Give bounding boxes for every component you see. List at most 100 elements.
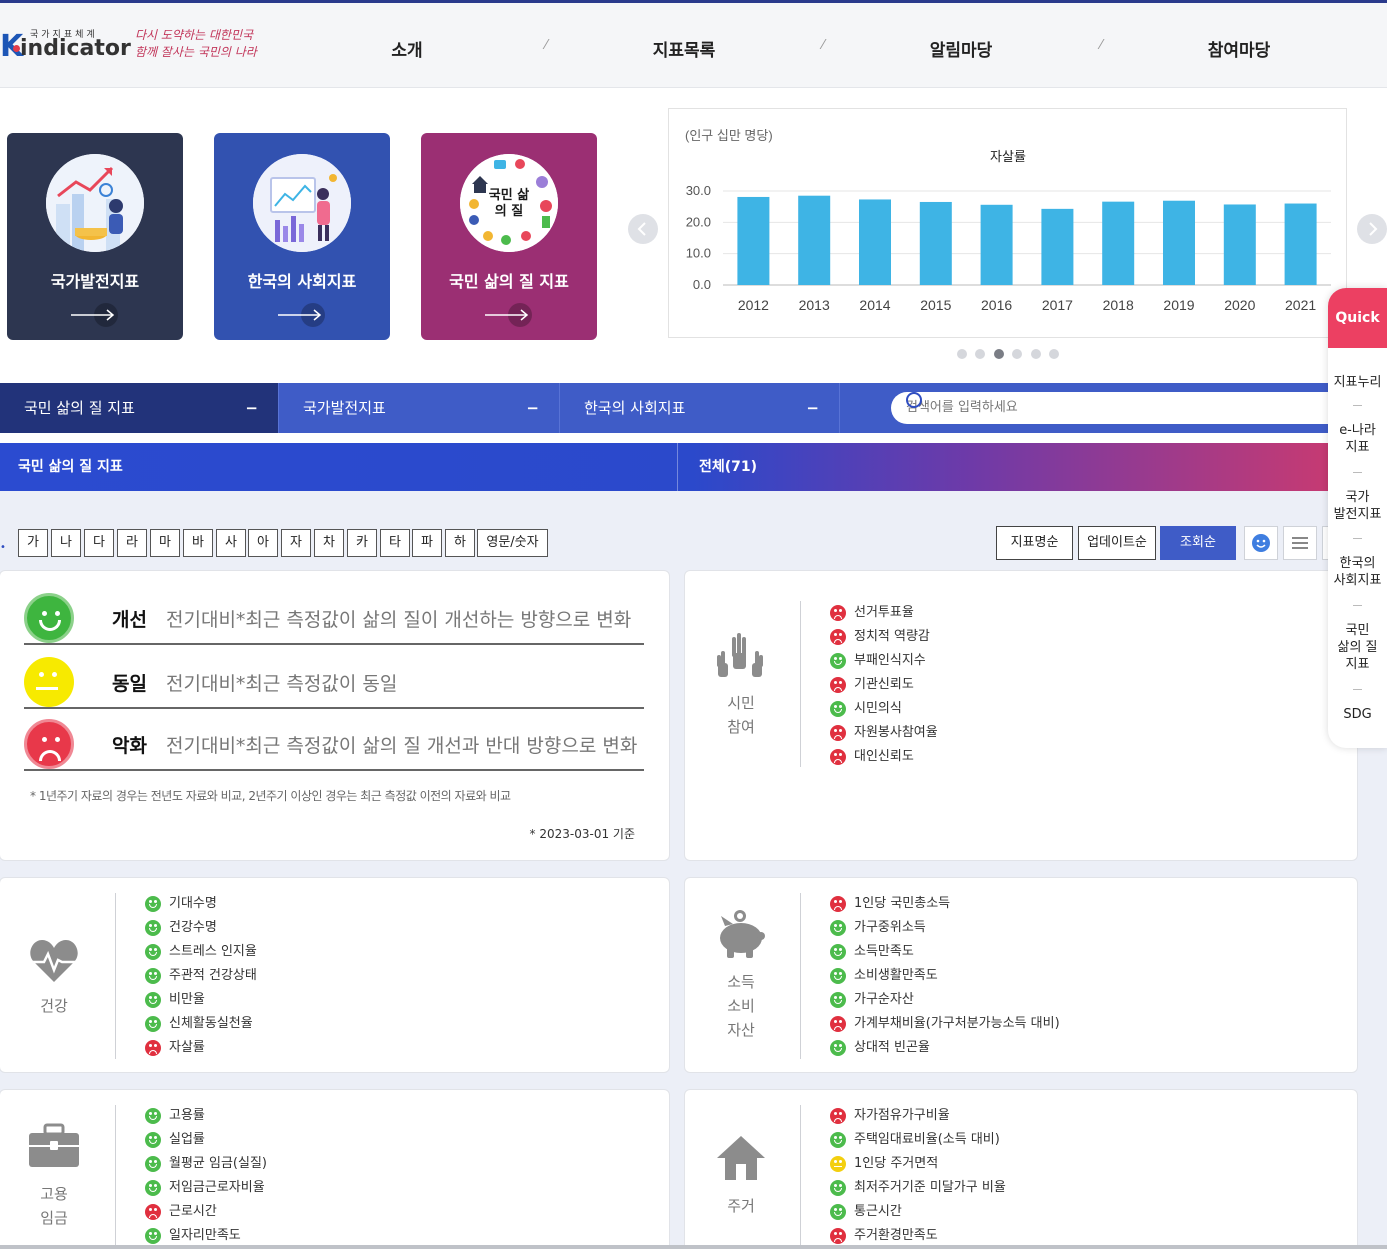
index-button[interactable]: 하 [445, 529, 475, 557]
indicator-name: 1인당 국민총소득 [854, 896, 951, 911]
slider-dot[interactable] [1012, 349, 1022, 359]
quick-link[interactable]: SDG [1328, 706, 1387, 723]
city-growth-illustration [46, 154, 144, 252]
briefcase-icon [29, 1123, 79, 1167]
indicator-item[interactable]: 저임금근로자비율 [145, 1176, 267, 1200]
indicator-item[interactable]: 소비생활만족도 [830, 964, 1060, 988]
card-national-development[interactable]: 국가발전지표 [7, 133, 183, 340]
indicator-item[interactable]: 월평균 임금(실질) [145, 1152, 267, 1176]
indicator-name: 건강수명 [169, 920, 217, 935]
index-button[interactable]: 차 [314, 529, 344, 557]
indicator-item[interactable]: 가계부채비율(가구처분가능소득 대비) [830, 1012, 1060, 1036]
indicator-item[interactable]: 실업률 [145, 1128, 267, 1152]
nav-notice[interactable]: 알림마당 [901, 36, 1021, 61]
index-button[interactable]: 타 [380, 529, 410, 557]
index-button[interactable]: 라 [117, 529, 147, 557]
legend-row-worsened: 악화 전기대비*최근 측정값이 삶의 질 개선과 반대 방향으로 변화 [24, 719, 644, 771]
smile-face-icon [145, 1016, 161, 1032]
indicator-item[interactable]: 통근시간 [830, 1200, 1006, 1224]
slider-dot[interactable] [1031, 349, 1041, 359]
indicator-item[interactable]: 고용률 [145, 1104, 267, 1128]
indicator-item[interactable]: 대인신뢰도 [830, 745, 938, 769]
indicator-item[interactable]: 건강수명 [145, 916, 257, 940]
tab-quality-of-life[interactable]: 국민 삶의 질 지표 − [0, 383, 279, 433]
nav-participation[interactable]: 참여마당 [1179, 36, 1299, 61]
indicator-item[interactable]: 기관신뢰도 [830, 673, 938, 697]
indicator-item[interactable]: 자가점유가구비율 [830, 1104, 1006, 1128]
smile-face-icon [145, 1132, 161, 1148]
quick-link[interactable]: 지표누리 [1328, 374, 1387, 391]
search-icon[interactable] [906, 392, 922, 408]
indicator-item[interactable]: 1인당 국민총소득 [830, 892, 1060, 916]
sort-by-name-button[interactable]: 지표명순 [996, 526, 1073, 560]
index-button[interactable]: 자 [281, 529, 311, 557]
slider-dot[interactable] [1049, 349, 1059, 359]
indicator-name: 가계부채비율(가구처분가능소득 대비) [854, 1016, 1060, 1031]
chart-bar[interactable] [798, 195, 831, 285]
quick-link[interactable]: e-나라 지표 [1328, 422, 1387, 456]
index-button[interactable]: 아 [248, 529, 278, 557]
slider-prev-button[interactable] [628, 214, 658, 244]
indicator-item[interactable]: 선거투표율 [830, 601, 938, 625]
chart-bar[interactable] [1223, 204, 1256, 285]
legend-footnote: * 1년주기 자료의 경우는 전년도 자료와 비교, 2년주기 이상인 경우는 … [30, 789, 511, 803]
chart-bar[interactable] [980, 204, 1013, 285]
slider-dot[interactable] [975, 349, 985, 359]
card-social-indicators[interactable]: 한국의 사회지표 [214, 133, 390, 340]
index-button-alnum[interactable]: 영문/숫자 [477, 529, 548, 557]
chart-bar[interactable] [919, 201, 952, 285]
index-button[interactable]: 나 [51, 529, 81, 557]
slider-next-button[interactable] [1357, 214, 1387, 244]
site-logo[interactable]: 국가지표체계 K indicator [0, 25, 131, 65]
indicator-item[interactable]: 부패인식지수 [830, 649, 938, 673]
index-button[interactable]: 바 [183, 529, 213, 557]
chart-bar[interactable] [1102, 201, 1135, 285]
indicator-item[interactable]: 자원봉사참여율 [830, 721, 938, 745]
horizontal-scrollbar[interactable] [0, 1245, 1387, 1249]
slider-dot[interactable] [957, 349, 967, 359]
index-button[interactable]: 마 [150, 529, 180, 557]
indicator-item[interactable]: 주택임대료비율(소득 대비) [830, 1128, 1006, 1152]
indicator-item[interactable]: 상대적 빈곤율 [830, 1036, 1060, 1060]
indicator-item[interactable]: 신체활동실천율 [145, 1012, 257, 1036]
slider-dot-active[interactable] [994, 349, 1004, 359]
indicator-item[interactable]: 기대수명 [145, 892, 257, 916]
chart-bar[interactable] [1284, 203, 1317, 285]
index-button[interactable]: 가 [18, 529, 48, 557]
tab-social-indicators[interactable]: 한국의 사회지표 − [560, 383, 840, 433]
indicator-item[interactable]: 정치적 역량감 [830, 625, 938, 649]
face-view-button[interactable] [1244, 526, 1278, 560]
chart-bar[interactable] [1163, 200, 1195, 285]
chart-bar[interactable] [1041, 208, 1074, 285]
tab-national-development[interactable]: 국가발전지표 − [279, 383, 560, 433]
indicator-item[interactable]: 자살률 [145, 1036, 257, 1060]
chart-bar[interactable] [737, 196, 770, 285]
indicator-list: 고용률 실업률 월평균 임금(실질) 저임금근로자비율 근로시간 일자리만족도 [145, 1104, 267, 1248]
indicator-item[interactable]: 최저주거기준 미달가구 비율 [830, 1176, 1006, 1200]
indicator-item[interactable]: 1인당 주거면적 [830, 1152, 1006, 1176]
sort-by-views-button[interactable]: 조회순 [1160, 526, 1236, 560]
index-button[interactable]: 파 [412, 529, 442, 557]
nav-intro[interactable]: 소개 [347, 36, 467, 61]
card-quality-of-life[interactable]: 국민 삶의 질 국민 삶의 질 지표 [421, 133, 597, 340]
chart-bar[interactable] [859, 199, 891, 285]
sort-by-update-button[interactable]: 업데이트순 [1078, 526, 1156, 560]
indicator-item[interactable]: 소득만족도 [830, 940, 1060, 964]
quick-link[interactable]: 국가 발전지표 [1328, 489, 1387, 523]
indicator-item[interactable]: 주관적 건강상태 [145, 964, 257, 988]
search-input[interactable]: 검색어를 입력하세요 [891, 392, 1351, 424]
indicator-item[interactable]: 스트레스 인지율 [145, 940, 257, 964]
indicator-item[interactable]: 가구중위소득 [830, 916, 1060, 940]
index-button[interactable]: 다 [84, 529, 114, 557]
smile-face-icon [830, 1040, 846, 1056]
indicator-item[interactable]: 시민의식 [830, 697, 938, 721]
index-button[interactable]: 사 [216, 529, 246, 557]
indicator-item[interactable]: 비만율 [145, 988, 257, 1012]
quick-link[interactable]: 국민 삶의 질 지표 [1328, 622, 1387, 673]
indicator-item[interactable]: 근로시간 [145, 1200, 267, 1224]
quick-link[interactable]: 한국의 사회지표 [1328, 555, 1387, 589]
nav-indicator-list[interactable]: 지표목록 [624, 36, 744, 61]
list-view-button[interactable] [1283, 526, 1317, 560]
index-button[interactable]: 카 [347, 529, 377, 557]
indicator-item[interactable]: 가구순자산 [830, 988, 1060, 1012]
